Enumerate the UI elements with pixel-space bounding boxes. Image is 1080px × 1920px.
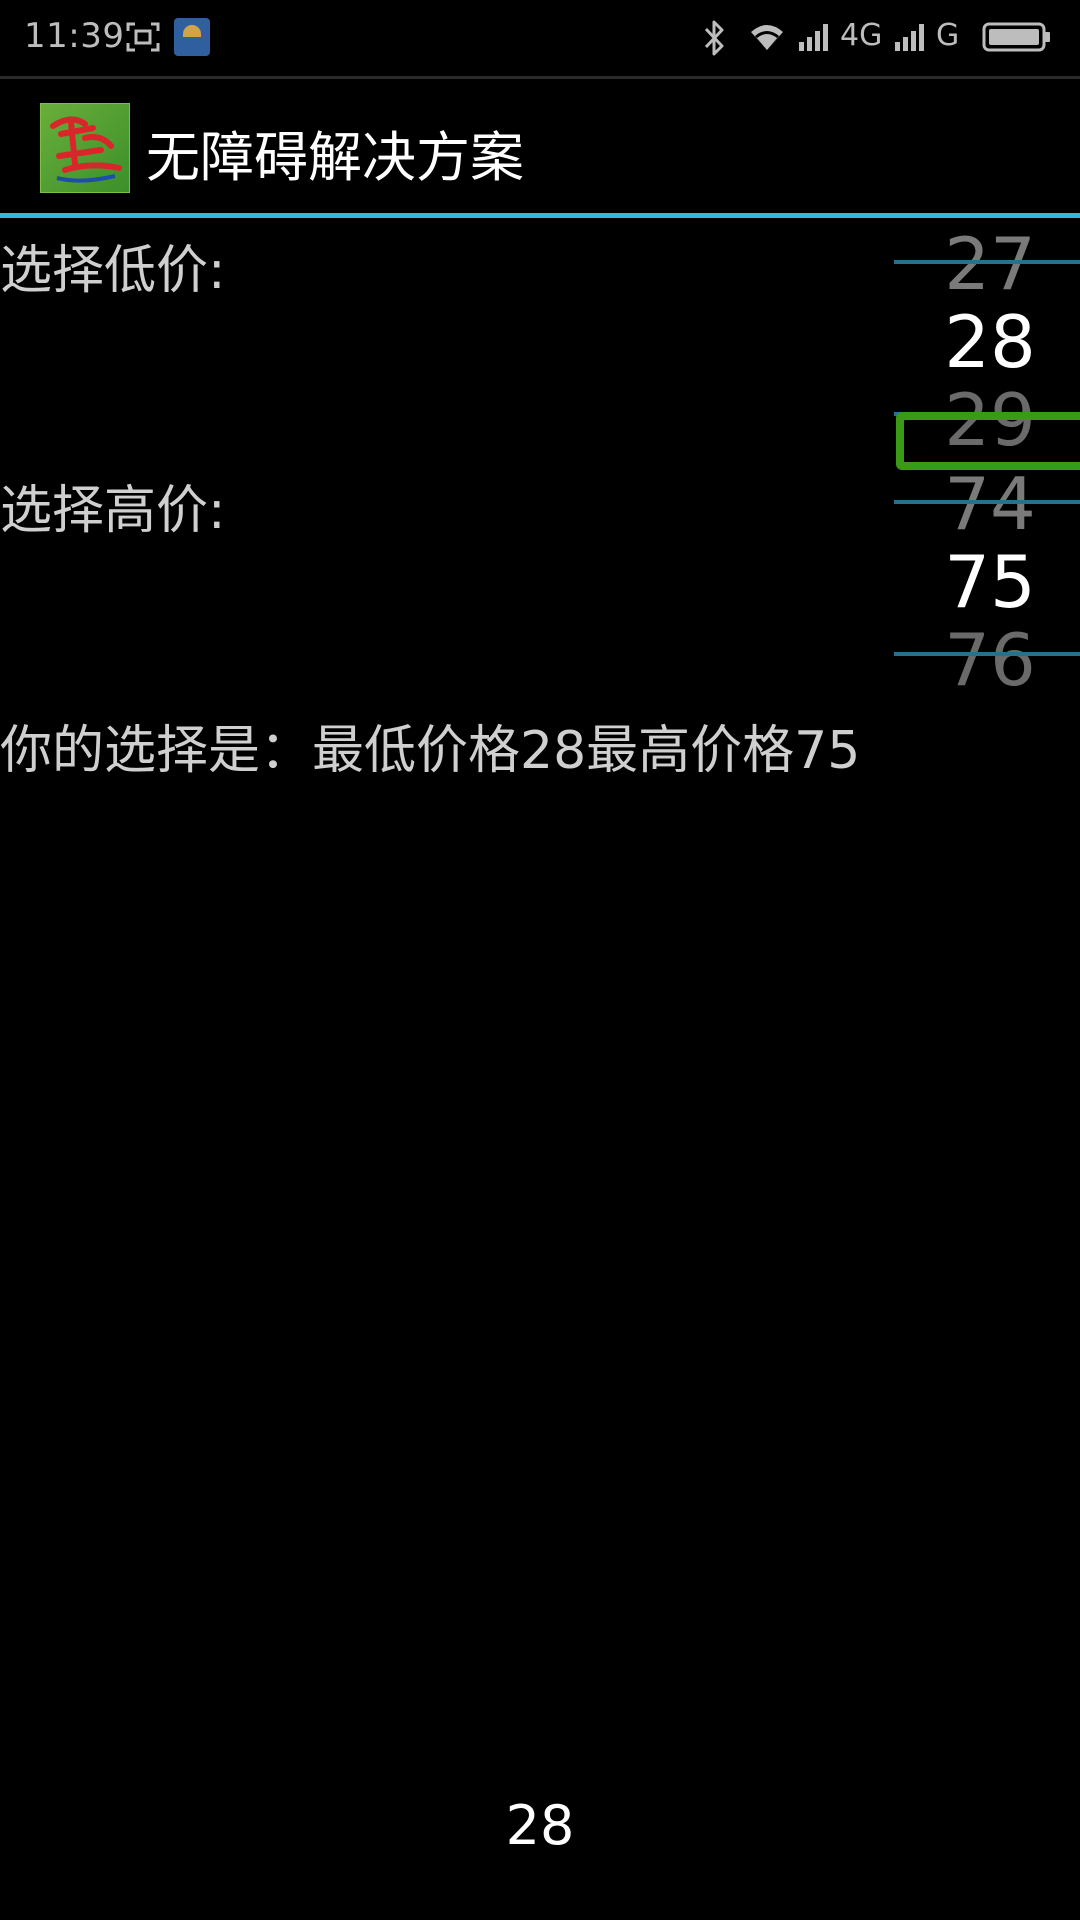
- network-type-label: G: [936, 18, 960, 53]
- page-title: 无障碍解决方案: [146, 126, 524, 189]
- picker-divider: [894, 500, 1080, 504]
- app-logo-icon: [50, 116, 122, 183]
- low-price-label: 选择低价:: [0, 241, 226, 301]
- app-logo[interactable]: [40, 103, 130, 193]
- high-picker-current-value[interactable]: 75: [894, 542, 1080, 622]
- signal-icon: [799, 24, 828, 51]
- picker-divider: [894, 652, 1080, 656]
- signal-icon: [895, 24, 924, 51]
- battery-icon: [982, 22, 1050, 52]
- high-picker-next-value[interactable]: 76: [894, 620, 1080, 700]
- toast-value: 28: [505, 1794, 575, 1857]
- action-bar-divider: [0, 213, 1080, 218]
- bluetooth-icon: [704, 20, 724, 56]
- high-price-label: 选择高价:: [0, 481, 226, 541]
- screenshot-icon: [126, 22, 160, 52]
- low-picker-current-value[interactable]: 28: [894, 302, 1080, 382]
- picker-divider: [894, 260, 1080, 264]
- action-bar: 无障碍解决方案: [0, 79, 1080, 213]
- app-mini-icon: [174, 18, 210, 56]
- wifi-icon: [751, 25, 783, 50]
- low-picker-prev-value[interactable]: 27: [894, 224, 1080, 304]
- high-picker-prev-value[interactable]: 74: [894, 464, 1080, 544]
- high-price-picker[interactable]: 74 75 76: [894, 464, 1080, 704]
- status-time: 11:39: [24, 16, 125, 56]
- selection-result-text: 你的选择是：最低价格28最高价格75: [0, 721, 861, 781]
- status-bar: 11:39 4G G: [0, 0, 1080, 76]
- network-type-label: 4G: [840, 18, 883, 53]
